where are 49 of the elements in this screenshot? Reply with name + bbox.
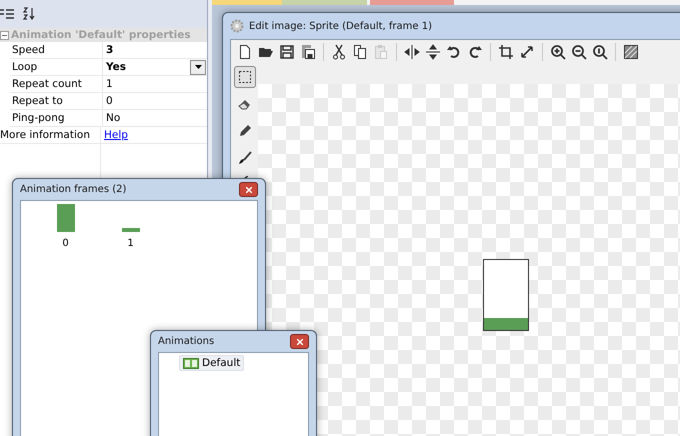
close-button[interactable] bbox=[290, 334, 309, 349]
property-name: Speed bbox=[10, 42, 103, 58]
rotate-left-icon[interactable] bbox=[446, 44, 462, 60]
select-tool[interactable] bbox=[234, 66, 256, 88]
rotate-right-icon[interactable] bbox=[467, 44, 483, 60]
close-icon bbox=[246, 186, 252, 192]
categorized-icon[interactable] bbox=[0, 7, 14, 21]
zoom-in-icon[interactable] bbox=[550, 44, 566, 60]
save-all-icon[interactable] bbox=[300, 44, 316, 60]
property-value[interactable]: No bbox=[106, 112, 207, 124]
zoom-reset-icon[interactable] bbox=[592, 44, 608, 60]
caret-icon bbox=[194, 65, 202, 69]
property-name: Repeat count bbox=[10, 76, 103, 92]
property-name: Loop bbox=[10, 59, 103, 75]
group-title: Animation 'Default' properties bbox=[11, 29, 191, 41]
property-name: Repeat to bbox=[10, 93, 103, 109]
brush-icon bbox=[236, 150, 252, 166]
property-value[interactable]: 3 bbox=[106, 44, 207, 56]
copy-icon[interactable] bbox=[352, 44, 368, 60]
property-name: Ping-pong bbox=[10, 110, 103, 126]
property-name: More information bbox=[0, 127, 101, 143]
help-link[interactable]: Help bbox=[104, 129, 128, 141]
property-value[interactable]: 1 bbox=[106, 78, 207, 90]
animation-item[interactable]: Default bbox=[179, 355, 244, 371]
property-value[interactable]: 0 bbox=[106, 95, 207, 107]
frame-label: 0 bbox=[62, 238, 69, 249]
new-icon[interactable] bbox=[237, 44, 253, 60]
cut-icon[interactable] bbox=[331, 44, 347, 60]
resize-icon[interactable] bbox=[519, 44, 535, 60]
collapse-icon[interactable] bbox=[0, 30, 9, 40]
sort-icon[interactable] bbox=[22, 7, 36, 21]
close-icon bbox=[296, 338, 302, 344]
film-icon bbox=[183, 358, 199, 368]
flip-v-icon[interactable] bbox=[425, 44, 441, 60]
frame-label: 1 bbox=[127, 238, 134, 249]
gear-icon bbox=[230, 19, 244, 33]
save-icon[interactable] bbox=[279, 44, 295, 60]
grid-icon[interactable] bbox=[623, 44, 639, 60]
selection-icon bbox=[236, 69, 252, 85]
flip-h-icon[interactable] bbox=[404, 44, 420, 60]
crop-icon[interactable] bbox=[498, 44, 514, 60]
property-value[interactable]: Yes bbox=[106, 61, 190, 73]
window-title: Animations bbox=[158, 336, 214, 347]
zoom-out-icon[interactable] bbox=[571, 44, 587, 60]
close-button[interactable] bbox=[239, 182, 258, 197]
frame-thumbnail[interactable] bbox=[56, 204, 74, 232]
window-title: Animation frames (2) bbox=[20, 184, 126, 195]
window-title: Edit image: Sprite (Default, frame 1) bbox=[249, 20, 432, 32]
dropdown-button[interactable] bbox=[190, 60, 206, 74]
